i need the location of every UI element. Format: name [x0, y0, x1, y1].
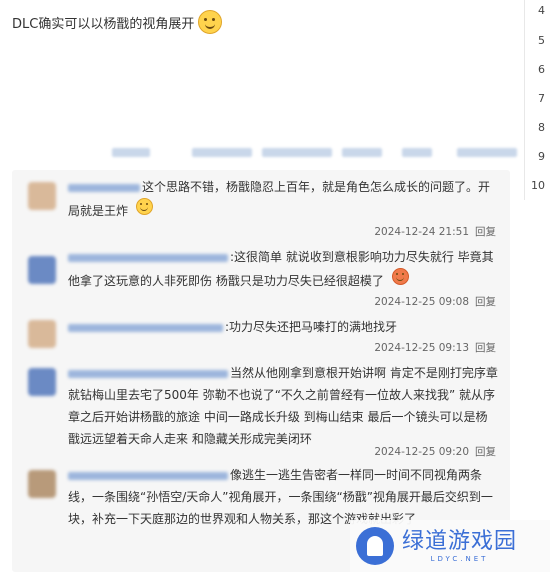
- comment-text: :功力尽失还把马嗪打的满地找牙: [68, 316, 498, 338]
- page-number[interactable]: 6: [538, 63, 545, 76]
- reply-button[interactable]: 回复: [475, 446, 496, 458]
- angry-emoji-icon: [391, 268, 409, 285]
- comment-item: :这很简单 就说收到意根影响功力尽失就行 毕竟其他拿了这玩意的人非死即伤 杨戬只…: [12, 242, 510, 314]
- username[interactable]: [68, 323, 223, 332]
- comment-meta: 2024-12-25 09:13 回复: [374, 340, 496, 355]
- timestamp: 2024-12-25 09:20: [374, 446, 469, 458]
- avatar[interactable]: [28, 256, 56, 284]
- username[interactable]: [68, 253, 228, 262]
- blurred-username-bar: [112, 146, 522, 160]
- reply-button[interactable]: 回复: [475, 226, 496, 238]
- page-number[interactable]: 8: [538, 121, 545, 134]
- page-number[interactable]: 9: [538, 150, 545, 163]
- smile-emoji-icon: [198, 10, 223, 34]
- reply-button[interactable]: 回复: [475, 296, 496, 308]
- comment-list: 这个思路不错，杨戬隐忍上百年，就是角色怎么成长的问题了。开局就是王炸 2024-…: [12, 170, 510, 572]
- watermark-logo-icon: [356, 527, 394, 565]
- page-number[interactable]: 5: [538, 34, 545, 47]
- post-title: DLC确实可以以杨戬的视角展开: [12, 10, 223, 34]
- timestamp: 2024-12-25 09:13: [374, 342, 469, 354]
- username[interactable]: [68, 471, 228, 480]
- page-number[interactable]: 7: [538, 92, 545, 105]
- comment-text: :这很简单 就说收到意根影响功力尽失就行 毕竟其他拿了这玩意的人非死即伤 杨戬只…: [68, 250, 494, 288]
- grin-emoji-icon: [135, 198, 153, 215]
- comment-meta: 2024-12-25 09:20 回复: [374, 444, 496, 459]
- avatar[interactable]: [28, 470, 56, 498]
- comment-meta: 2024-12-25 09:08 回复: [374, 294, 496, 309]
- comment-item: :功力尽失还把马嗪打的满地找牙 2024-12-25 09:13 回复: [12, 314, 510, 360]
- username[interactable]: [68, 183, 140, 192]
- avatar[interactable]: [28, 320, 56, 348]
- comment-item: 当然从他刚拿到意根开始讲啊 肯定不是刚打完序章就钻梅山里去宅了500年 弥勒不也…: [12, 360, 510, 460]
- comment-text: 当然从他刚拿到意根开始讲啊 肯定不是刚打完序章就钻梅山里去宅了500年 弥勒不也…: [68, 366, 498, 446]
- reply-button[interactable]: 回复: [475, 342, 496, 354]
- comment-text: 这个思路不错，杨戬隐忍上百年，就是角色怎么成长的问题了。开局就是王炸: [68, 180, 491, 218]
- timestamp: 2024-12-24 21:51: [374, 226, 469, 238]
- page-number[interactable]: 4: [538, 4, 545, 17]
- username[interactable]: [68, 369, 228, 378]
- avatar[interactable]: [28, 182, 56, 210]
- page-number[interactable]: 10: [531, 179, 545, 192]
- page-number-rail: 4 5 6 7 8 9 10: [524, 0, 550, 200]
- comment-item: 这个思路不错，杨戬隐忍上百年，就是角色怎么成长的问题了。开局就是王炸 2024-…: [12, 170, 510, 242]
- post-text: DLC确实可以以杨戬的视角展开: [12, 16, 195, 32]
- watermark-title: 绿道游戏园: [402, 529, 518, 554]
- site-watermark: 绿道游戏园 LDYC.NET: [350, 520, 550, 572]
- comment-meta: 2024-12-24 21:51 回复: [374, 224, 496, 239]
- timestamp: 2024-12-25 09:08: [374, 296, 469, 308]
- watermark-url: LDYC.NET: [430, 555, 489, 563]
- avatar[interactable]: [28, 368, 56, 396]
